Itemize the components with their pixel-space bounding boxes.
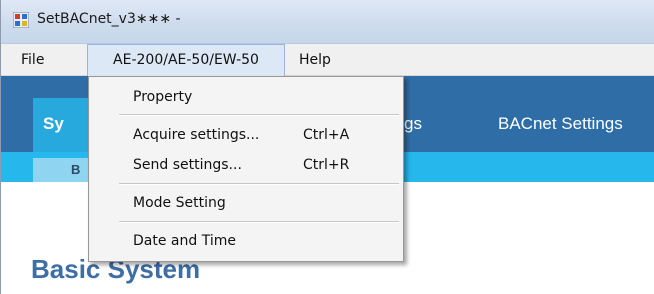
subtab-basic-label: B bbox=[71, 162, 81, 177]
menu-separator bbox=[119, 114, 399, 116]
menu-ae-200[interactable]: AE-200/AE-50/EW-50 bbox=[87, 44, 285, 76]
ae-200-dropdown-menu: Property Acquire settings... Ctrl+A Send… bbox=[88, 76, 404, 262]
menu-item-label: Send settings... bbox=[133, 157, 242, 173]
menu-item-label: Date and Time bbox=[133, 233, 236, 249]
menu-file[interactable]: File bbox=[13, 44, 52, 76]
menu-item-send-settings[interactable]: Send settings... Ctrl+R bbox=[89, 151, 403, 179]
window-title: SetBACnet_v3∗∗∗ - bbox=[37, 11, 181, 27]
menu-item-property[interactable]: Property bbox=[89, 83, 403, 111]
menu-bar: File AE-200/AE-50/EW-50 Help bbox=[1, 44, 654, 76]
menu-help[interactable]: Help bbox=[291, 44, 339, 76]
menu-item-mode-setting[interactable]: Mode Setting bbox=[89, 189, 403, 217]
menu-item-shortcut: Ctrl+A bbox=[303, 127, 350, 143]
app-window: SetBACnet_v3∗∗∗ - File AE-200/AE-50/EW-5… bbox=[0, 0, 654, 294]
menu-separator bbox=[119, 221, 399, 223]
tab-system-label: Sy bbox=[43, 114, 64, 133]
menu-item-shortcut: Ctrl+R bbox=[303, 157, 350, 173]
menu-item-date-and-time[interactable]: Date and Time bbox=[89, 227, 403, 255]
title-bar[interactable]: SetBACnet_v3∗∗∗ - bbox=[1, 0, 654, 44]
menu-item-label: Acquire settings... bbox=[133, 127, 260, 143]
menu-item-label: Property bbox=[133, 89, 193, 105]
tab-settings[interactable]: gs bbox=[404, 114, 422, 134]
menu-item-acquire-settings[interactable]: Acquire settings... Ctrl+A bbox=[89, 121, 403, 149]
menu-item-label: Mode Setting bbox=[133, 195, 226, 211]
menu-separator bbox=[119, 183, 399, 185]
app-icon bbox=[13, 12, 29, 28]
tab-bacnet-settings[interactable]: BACnet Settings bbox=[498, 114, 623, 134]
